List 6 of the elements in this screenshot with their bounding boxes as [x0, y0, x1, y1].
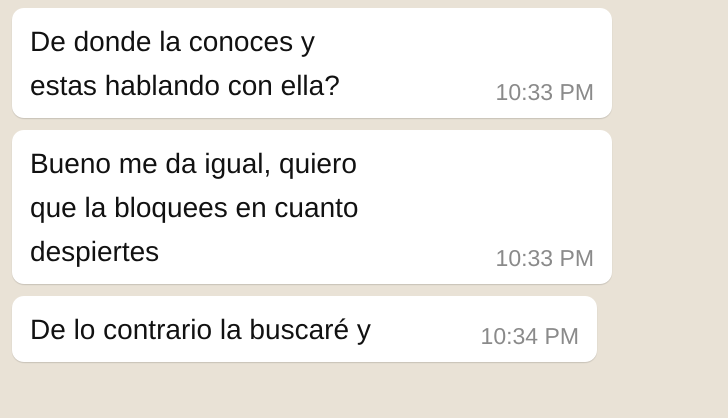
message-text: Bueno me da igual, quiero que la bloquees en cuanto despiertes	[30, 147, 358, 269]
message-time: 10:34 PM	[480, 323, 579, 350]
message-time: 10:33 PM	[496, 245, 594, 272]
message-text: De donde la conoces y estas hablando con ella?	[30, 25, 340, 103]
message-text: De lo contrario la buscaré y	[30, 313, 371, 347]
message-time: 10:33 PM	[496, 79, 594, 106]
